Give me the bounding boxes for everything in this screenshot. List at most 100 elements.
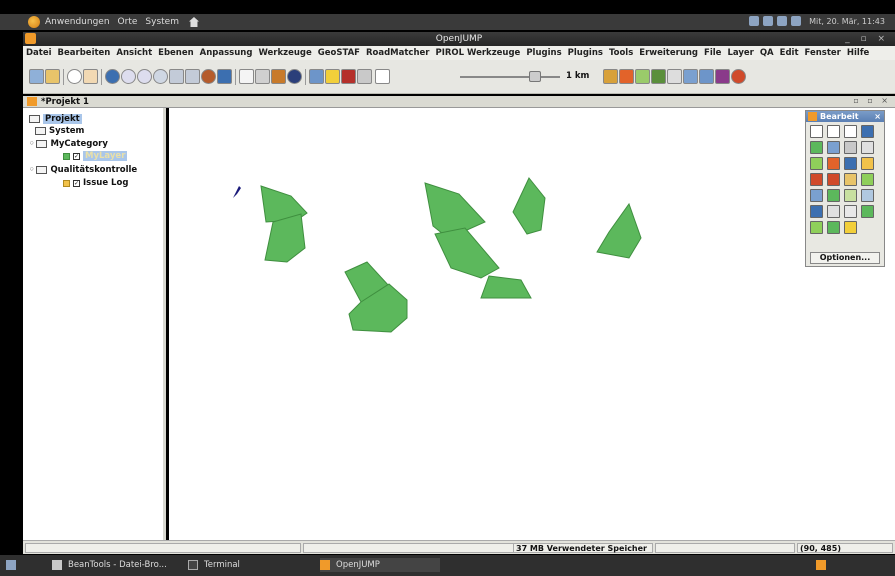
grid-icon[interactable] [217,69,232,84]
network-icon[interactable] [749,16,760,26]
move-vertex-icon[interactable] [844,157,857,170]
bar-chart-icon[interactable] [715,69,730,84]
menu-geostaf[interactable]: GeoSTAF [318,48,360,58]
back-arrow-icon[interactable] [169,69,184,84]
forward-arrow-icon[interactable] [185,69,200,84]
options-button[interactable]: Optionen... [810,252,880,264]
show-desktop-icon[interactable] [6,558,22,572]
menu-system[interactable]: System [145,17,179,27]
menu-edit[interactable]: Edit [780,48,799,58]
menu-ebenen[interactable]: Ebenen [158,48,194,58]
zoom-slider-track[interactable] [460,76,560,78]
project-tab[interactable]: *Projekt 1 ▫ ▫ × [23,96,895,108]
extract-icon[interactable] [827,221,840,234]
scale-icon[interactable] [844,205,857,218]
draw-point-icon[interactable] [861,141,874,154]
menu-ansicht[interactable]: Ansicht [116,48,152,58]
zoom-full-extent-icon[interactable] [105,69,120,84]
polygon-feature[interactable] [512,177,546,235]
cut-icon[interactable] [255,69,270,84]
undo-icon[interactable] [341,69,356,84]
polygon-feature[interactable] [424,182,486,235]
draw-linestring-icon[interactable] [844,141,857,154]
polygon-feature[interactable] [596,202,642,259]
menu-places[interactable]: Orte [118,17,138,27]
draw-rectangle-icon[interactable] [827,141,840,154]
layer-tool-icon[interactable] [635,69,650,84]
printer-icon[interactable] [683,69,698,84]
edit-layer-icon[interactable] [651,69,666,84]
union-icon[interactable] [810,189,823,202]
fill-polygon-icon[interactable] [810,221,823,234]
edit-toolbox-icon[interactable] [309,69,324,84]
plugin-globe-icon[interactable] [731,69,746,84]
tree-node-projekt[interactable]: Projekt [29,114,82,124]
buffer-icon[interactable] [844,189,857,202]
move-selection-icon[interactable] [810,205,823,218]
delete-vertex-icon[interactable] [827,157,840,170]
tree-node-system[interactable]: System [35,126,84,136]
star-tool-icon[interactable] [619,69,634,84]
taskbar-item-beantools[interactable]: BeanTools - Datei-Bro... [52,558,172,572]
move-feature-icon[interactable] [861,125,874,138]
cut-polygon-icon[interactable] [827,189,840,202]
menu-applications[interactable]: Anwendungen [45,17,110,27]
select-part-icon[interactable] [827,125,840,138]
polygon-feature[interactable] [434,227,500,279]
redo-icon[interactable] [357,69,372,84]
tree-node-mycategory[interactable]: ◦ MyCategory [29,139,108,149]
workspace-switcher[interactable] [816,558,832,572]
info-icon[interactable] [287,69,302,84]
plugin-tool-icon[interactable] [603,69,618,84]
snap-icon[interactable] [861,157,874,170]
delete-all-icon[interactable] [827,173,840,186]
gnome-foot-icon[interactable] [28,16,40,28]
chart-icon[interactable] [699,69,714,84]
rectangle-icon[interactable] [375,69,390,84]
expand-toggle-icon[interactable]: ◦ [29,139,34,149]
layer-visibility-checkbox[interactable]: ✓ [73,179,80,187]
add-vertex-icon[interactable] [810,157,823,170]
tree-node-mylayer[interactable]: ✓ MyLayer [63,151,128,161]
tree-node-issue-log[interactable]: ✓ Issue Log [63,178,128,188]
zoom-selected-icon[interactable] [137,69,152,84]
select-feature-icon[interactable] [810,125,823,138]
display-icon[interactable] [763,16,774,26]
document-icon[interactable] [667,69,682,84]
measure-icon[interactable] [325,69,340,84]
draw-polygon-icon[interactable] [810,141,823,154]
openjump-app-icon[interactable] [25,33,36,44]
menu-datei[interactable]: Datei [26,48,52,58]
delete-feature-icon[interactable] [810,173,823,186]
layer-visibility-checkbox[interactable]: ✓ [73,152,80,160]
taskbar-item-openjump[interactable]: OpenJUMP [320,558,440,572]
home-icon[interactable] [188,17,199,27]
internal-window-controls[interactable]: ▫ ▫ × [853,96,891,105]
user-icon[interactable] [791,16,802,26]
menu-hilfe[interactable]: Hilfe [847,48,869,58]
pan-hand-icon[interactable] [83,69,98,84]
menu-qa[interactable]: QA [760,48,774,58]
menu-anpassung[interactable]: Anpassung [200,48,253,58]
menu-tools[interactable]: Tools [609,48,633,58]
select-arrow-icon[interactable] [239,69,254,84]
menu-layer[interactable]: Layer [727,48,753,58]
globe-icon[interactable] [201,69,216,84]
computer-icon[interactable] [777,16,788,26]
rotate-icon[interactable] [844,173,857,186]
tree-node-qualitaetskontrolle[interactable]: ◦ Qualitätskontrolle [29,165,137,175]
auto-complete-icon[interactable] [861,205,874,218]
offset-icon[interactable] [861,189,874,202]
menu-file[interactable]: File [704,48,721,58]
split-icon[interactable] [861,173,874,186]
window-controls[interactable]: _ ▫ × [845,32,889,46]
menu-pirol-werkzeuge[interactable]: PIROL Werkzeuge [435,48,520,58]
menu-roadmatcher[interactable]: RoadMatcher [366,48,430,58]
expand-toggle-icon[interactable]: ◦ [29,165,34,175]
menu-bearbeiten[interactable]: Bearbeiten [58,48,111,58]
clock[interactable]: Mit, 20. Mär, 11:43 [809,17,885,26]
menu-plugins[interactable]: Plugins [526,48,561,58]
menu-fenster[interactable]: Fenster [805,48,841,58]
close-icon[interactable]: × [874,111,881,122]
zoom-layer-icon[interactable] [153,69,168,84]
